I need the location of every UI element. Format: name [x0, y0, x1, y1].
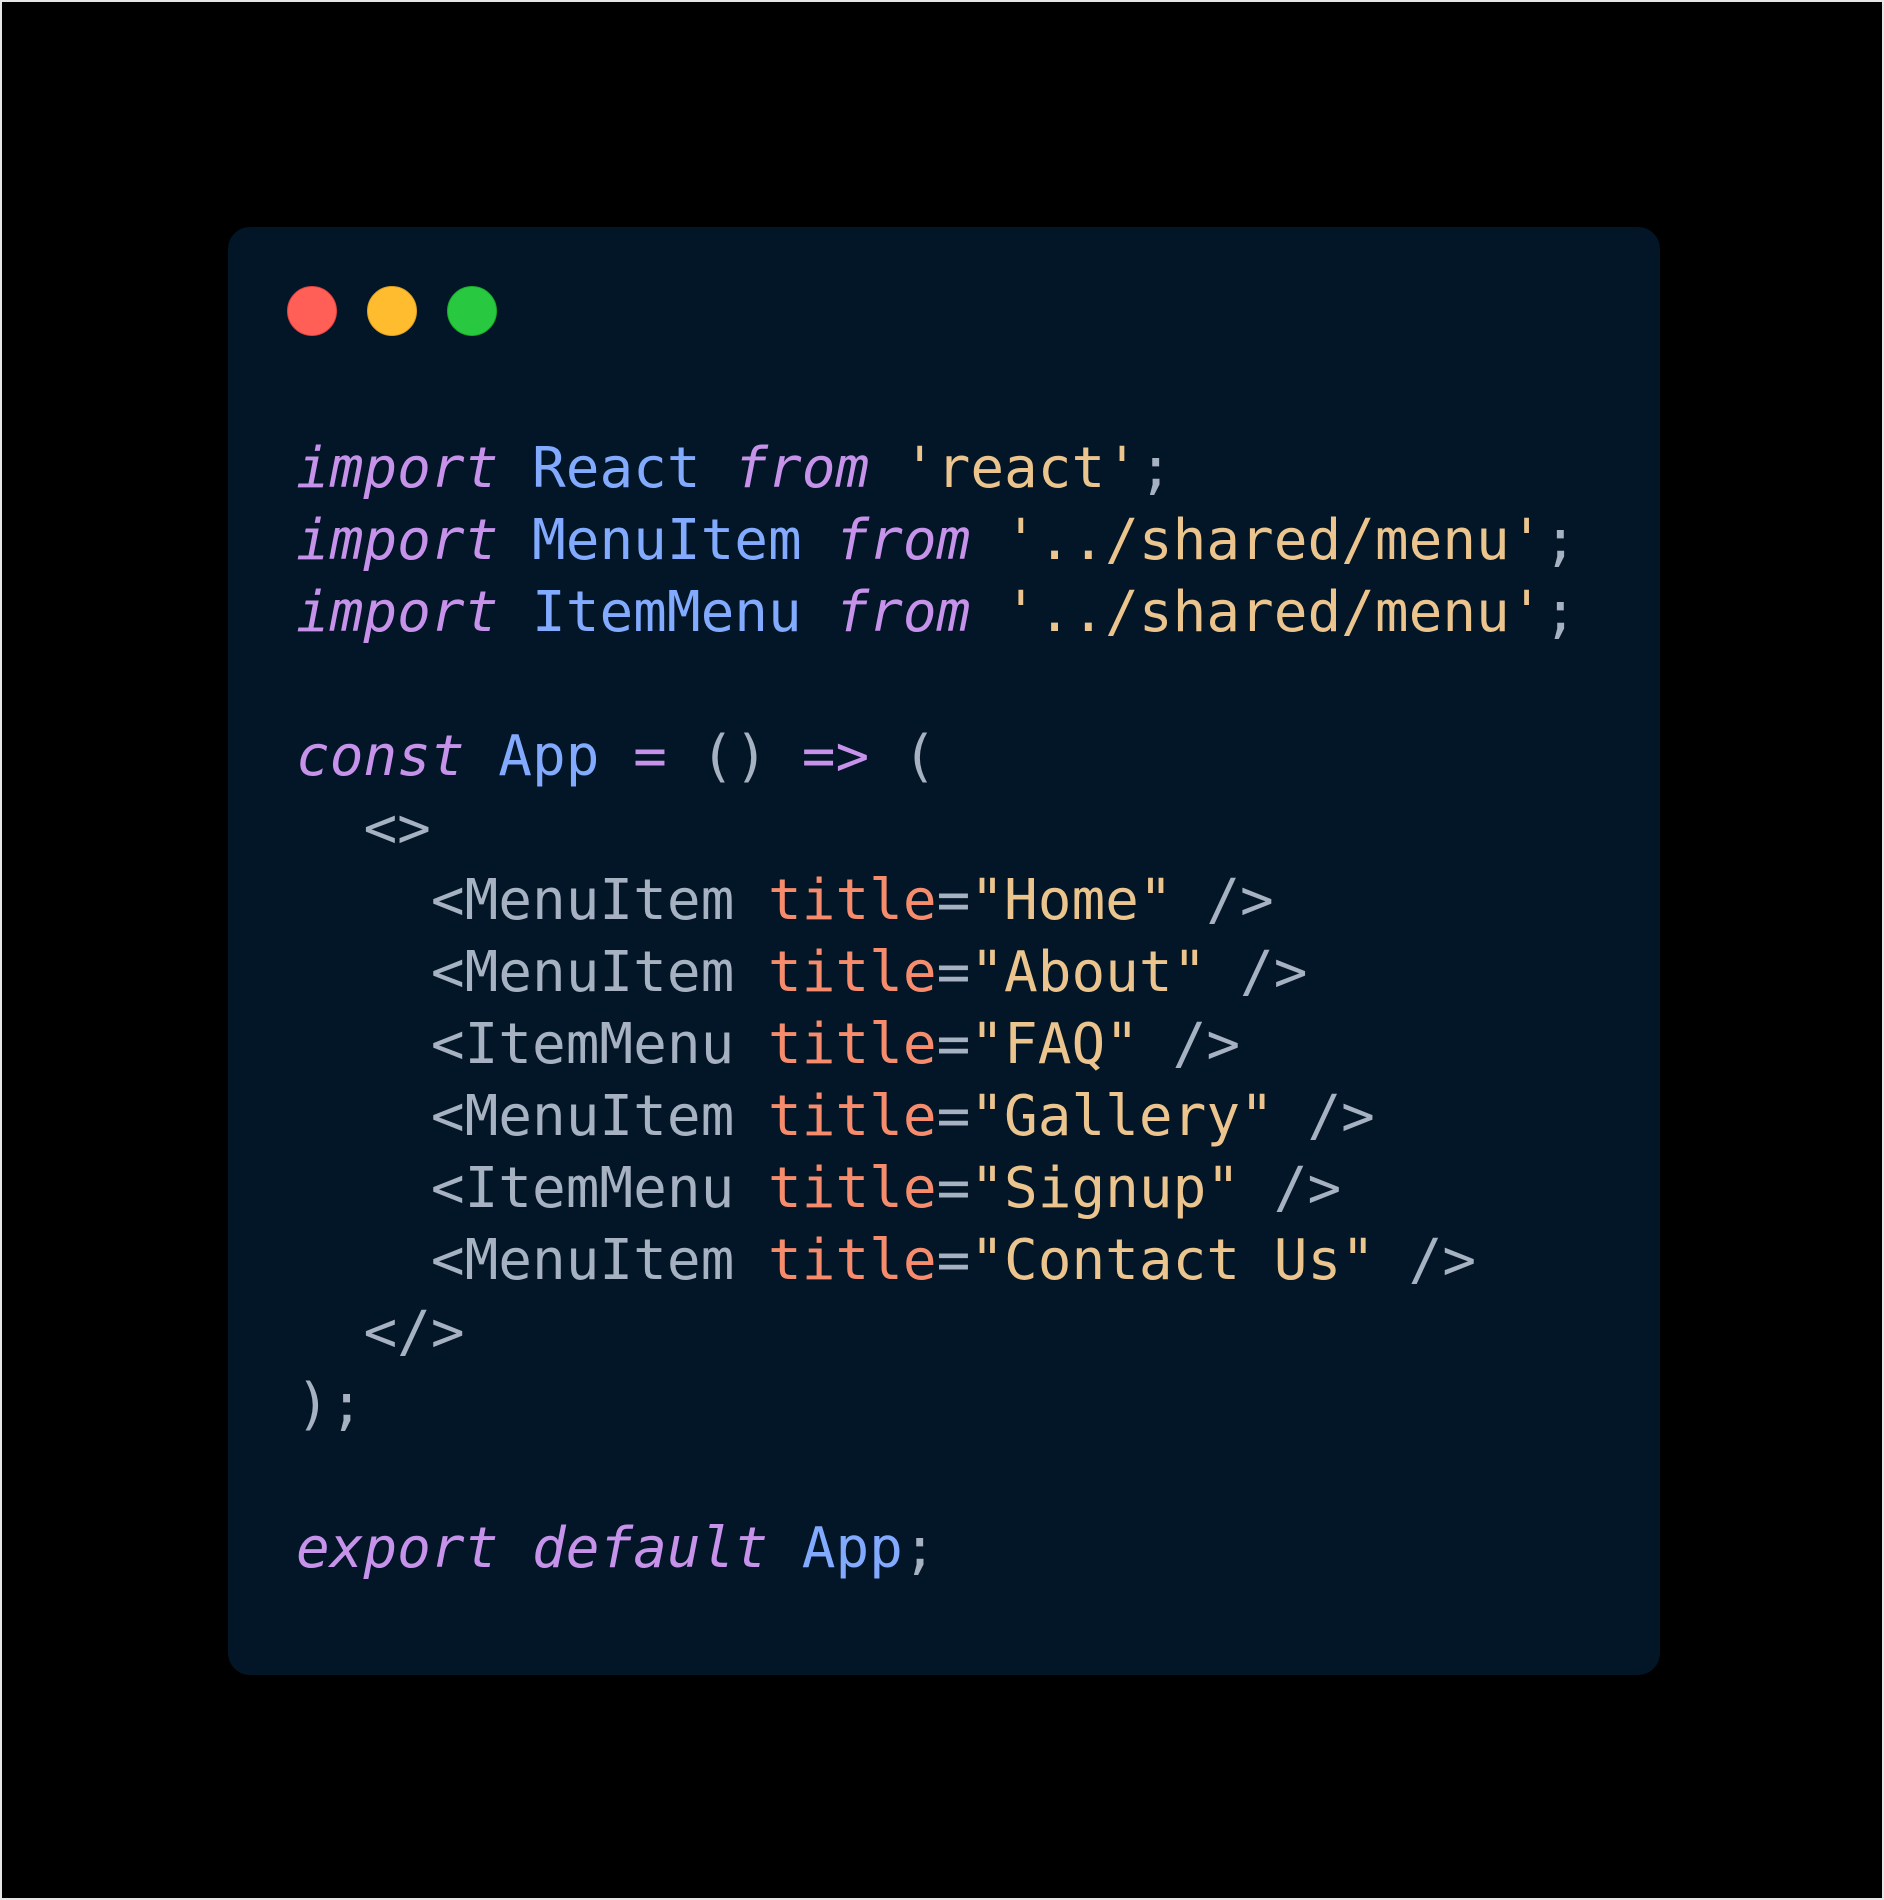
close-icon[interactable] [287, 286, 337, 336]
code-line-3: import ItemMenu from '../shared/menu'; [296, 577, 1577, 649]
jsx-attribute-value: "Signup" [970, 1156, 1241, 1221]
code-line-11: <ItemMenu title="Signup" /> [296, 1153, 1577, 1225]
jsx-attribute: title [768, 1156, 937, 1221]
jsx-equals: = [936, 1156, 971, 1221]
jsx-equals: = [936, 1228, 971, 1293]
string-literal: '../shared/menu' [1004, 580, 1544, 645]
keyword-import: import [296, 508, 499, 573]
jsx-equals: = [936, 1084, 971, 1149]
identifier: React [532, 436, 701, 501]
jsx-attribute-value: "Gallery" [970, 1084, 1274, 1149]
maximize-icon[interactable] [447, 286, 497, 336]
keyword-default: default [532, 1516, 769, 1581]
identifier: App [801, 1516, 903, 1581]
jsx-attribute: title [768, 940, 937, 1005]
jsx-attribute-value: "Home" [970, 868, 1173, 933]
close-paren-semicolon: ); [296, 1372, 364, 1437]
screenshot-frame: import React from 'react'; import MenuIte… [0, 0, 1884, 1900]
minimize-icon[interactable] [367, 286, 417, 336]
semicolon: ; [1543, 580, 1578, 645]
jsx-attribute-value: "FAQ" [970, 1012, 1139, 1077]
semicolon: ; [1543, 508, 1578, 573]
jsx-self-close: /> [1172, 1012, 1241, 1077]
code-line-2: import MenuItem from '../shared/menu'; [296, 505, 1577, 577]
code-line-13: </> [296, 1297, 1577, 1369]
jsx-attribute-value: "Contact Us" [970, 1228, 1375, 1293]
jsx-self-close: /> [1206, 868, 1274, 933]
code-line-16: export default App; [296, 1513, 1577, 1585]
keyword-from: from [835, 508, 971, 573]
jsx-attribute: title [768, 1012, 937, 1077]
fragment-open: <> [363, 796, 431, 861]
identifier: App [498, 724, 600, 789]
code-line-8: <MenuItem title="About" /> [296, 937, 1577, 1009]
jsx-tag: <MenuItem [430, 868, 735, 933]
code-line-4-blank [296, 649, 1577, 721]
semicolon: ; [1138, 436, 1173, 501]
code-line-6: <> [296, 793, 1577, 865]
identifier: ItemMenu [532, 580, 802, 645]
code-block: import React from 'react'; import MenuIte… [296, 433, 1577, 1585]
jsx-attribute: title [768, 1228, 937, 1293]
keyword-const: const [296, 724, 465, 789]
operator-equals: = [633, 724, 667, 789]
keyword-from: from [835, 580, 971, 645]
code-window: import React from 'react'; import MenuIte… [228, 227, 1660, 1675]
keyword-import: import [296, 580, 499, 645]
code-line-1: import React from 'react'; [296, 433, 1577, 505]
jsx-equals: = [936, 1012, 971, 1077]
jsx-self-close: /> [1273, 1156, 1342, 1221]
jsx-self-close: /> [1307, 1084, 1375, 1149]
keyword-from: from [734, 436, 870, 501]
jsx-attribute: title [768, 868, 937, 933]
code-line-9: <ItemMenu title="FAQ" /> [296, 1009, 1577, 1081]
jsx-attribute-value: "About" [970, 940, 1207, 1005]
fragment-close: </> [363, 1300, 465, 1365]
jsx-tag: <MenuItem [430, 1084, 735, 1149]
code-line-5: const App = () => ( [296, 721, 1577, 793]
keyword-import: import [296, 436, 499, 501]
identifier: MenuItem [532, 508, 802, 573]
string-literal: 'react' [902, 436, 1139, 501]
jsx-self-close: /> [1408, 1228, 1477, 1293]
jsx-self-close: /> [1240, 940, 1308, 1005]
jsx-equals: = [936, 868, 971, 933]
jsx-tag: <MenuItem [430, 1228, 735, 1293]
jsx-tag: <MenuItem [430, 940, 735, 1005]
string-literal: '../shared/menu' [1004, 508, 1544, 573]
parens: () [700, 724, 769, 789]
semicolon: ; [902, 1516, 937, 1581]
jsx-tag: <ItemMenu [430, 1012, 735, 1077]
open-paren: ( [902, 724, 937, 789]
operator-arrow: => [801, 724, 870, 789]
code-line-15-blank [296, 1441, 1577, 1513]
code-line-10: <MenuItem title="Gallery" /> [296, 1081, 1577, 1153]
keyword-export: export [296, 1516, 499, 1581]
jsx-tag: <ItemMenu [430, 1156, 735, 1221]
code-line-14: ); [296, 1369, 1577, 1441]
jsx-equals: = [936, 940, 971, 1005]
code-line-12: <MenuItem title="Contact Us" /> [296, 1225, 1577, 1297]
jsx-attribute: title [768, 1084, 937, 1149]
code-line-7: <MenuItem title="Home" /> [296, 865, 1577, 937]
